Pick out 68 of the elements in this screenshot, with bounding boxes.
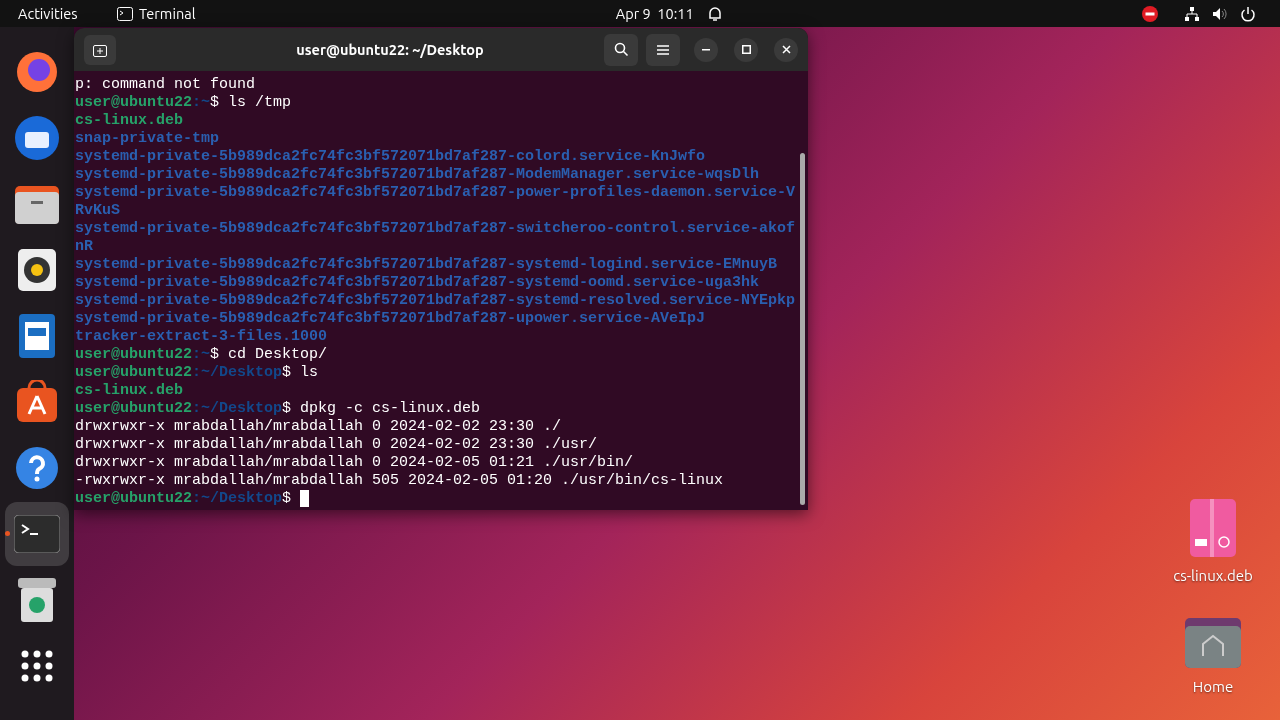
home-folder-icon (1185, 617, 1241, 668)
speaker-icon (18, 249, 56, 291)
package-icon (1190, 499, 1236, 557)
output-line: cs-linux.deb (75, 112, 184, 130)
output-line: RvKuS (75, 202, 120, 220)
folder-icon (15, 184, 59, 224)
network-icon (1184, 5, 1200, 22)
output-line: snap-private-tmp (75, 130, 220, 148)
desktop-icon-label[interactable]: cs-linux.deb (1173, 565, 1253, 588)
output-line: systemd-private-5b989dca2fc74fc3bf572071bd7af287-colord.service-KnJwfo (75, 148, 706, 166)
power-icon (1240, 5, 1256, 22)
shopping-bag-icon (15, 380, 59, 424)
help-icon (15, 446, 59, 490)
output-line: systemd-private-5b989dca2fc74fc3bf572071bd7af287-power-profiles-daemon.service-V (75, 184, 796, 202)
command-text: $ ls (282, 364, 319, 382)
output-line: -rwxrwxr-x mrabdallah/mrabdallah 505 2024-02-05 01:20 ./usr/bin/cs-linux (75, 472, 724, 490)
command-text: $ cd Desktop/ (210, 346, 328, 364)
command-text: $ dpkg -c cs-linux.deb (282, 400, 481, 418)
search-icon (613, 42, 629, 57)
prompt-path: :~/Desktop (192, 490, 283, 508)
prompt-path: :~/Desktop (192, 364, 283, 382)
output-line: systemd-private-5b989dca2fc74fc3bf572071bd7af287-systemd-logind.service-EMnuyB (75, 256, 778, 274)
prompt-path: :~ (192, 94, 211, 112)
new-tab-button[interactable] (84, 34, 116, 65)
close-button[interactable] (774, 37, 798, 62)
app-menu[interactable]: Terminal (139, 2, 196, 25)
prompt-path: :~/Desktop (192, 400, 283, 418)
output-line: drwxrwxr-x mrabdallah/mrabdallah 0 2024-02-05 01:21 ./usr/bin/ (75, 454, 634, 472)
scrollbar-thumb[interactable] (799, 153, 805, 505)
output-line: tracker-extract-3-files.1000 (75, 328, 328, 346)
prompt-path: :~ (192, 346, 211, 364)
minimize-icon (702, 48, 710, 51)
trash-icon (18, 578, 56, 622)
app-grid-icon (20, 649, 54, 683)
output-line: systemd-private-5b989dca2fc74fc3bf572071bd7af287-systemd-resolved.service-NYEpkp (75, 292, 796, 310)
window-title: user@ubuntu22: ~/Desktop (295, 39, 485, 60)
minimize-button[interactable] (694, 37, 718, 62)
output-line: drwxrwxr-x mrabdallah/mrabdallah 0 2024-02-02 23:30 ./usr/ (75, 436, 598, 454)
desktop-icon-label[interactable]: Home (1192, 675, 1234, 698)
output-line: systemd-private-5b989dca2fc74fc3bf572071bd7af287-ModemManager.service-wqsDlh (75, 166, 760, 184)
command-text: $ ls /tmp (210, 94, 292, 112)
output-line: p: command not found (75, 76, 256, 94)
terminal-icon (14, 515, 60, 553)
output-line: systemd-private-5b989dca2fc74fc3bf572071bd7af287-switcheroo-control.service-akof (75, 220, 796, 238)
prompt-user: user@ubuntu22 (75, 364, 193, 382)
output-line: systemd-private-5b989dca2fc74fc3bf572071bd7af287-upower.service-AVeIpJ (75, 310, 706, 328)
search-button[interactable] (604, 33, 638, 66)
output-line: systemd-private-5b989dca2fc74fc3bf572071bd7af287-systemd-oomd.service-uga3hk (75, 274, 760, 292)
command-text: $ (282, 490, 292, 508)
terminal-icon (117, 6, 133, 21)
document-icon (19, 314, 55, 358)
output-line: nR (75, 238, 93, 256)
output-line: cs-linux.deb (75, 382, 184, 400)
prompt-user: user@ubuntu22 (75, 94, 193, 112)
new-tab-icon (93, 42, 107, 57)
no-entry-icon (1142, 5, 1158, 22)
close-icon (781, 45, 791, 54)
clock[interactable]: Apr 9 10:11 (615, 2, 694, 25)
activities-button[interactable]: Activities (18, 2, 117, 25)
maximize-icon (741, 45, 751, 54)
prompt-user: user@ubuntu22 (75, 490, 193, 508)
menu-button[interactable] (646, 33, 680, 66)
maximize-button[interactable] (734, 37, 758, 62)
prompt-user: user@ubuntu22 (75, 400, 193, 418)
output-line: drwxrwxr-x mrabdallah/mrabdallah 0 2024-02-02 23:30 ./ (75, 418, 562, 436)
prompt-user: user@ubuntu22 (75, 346, 193, 364)
bell-icon (707, 5, 722, 22)
menu-icon (657, 44, 669, 55)
